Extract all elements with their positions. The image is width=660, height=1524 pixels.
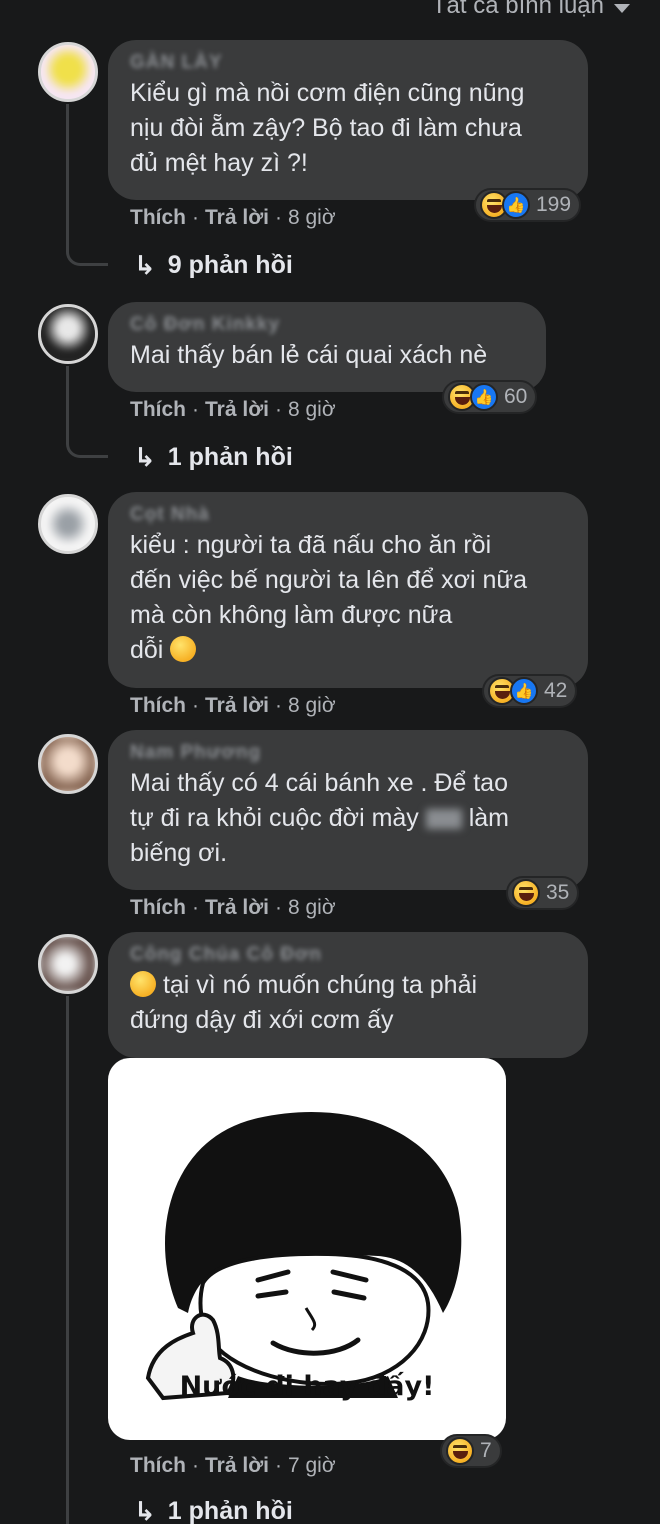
- haha-icon: [446, 1437, 474, 1465]
- like-icon: 👍: [510, 677, 538, 705]
- comment-actions: Thích · Trả lời · 8 giờ: [130, 896, 336, 920]
- comment-text-line: Mai thấy có 4 cái bánh xe . Để tao: [130, 769, 508, 797]
- reply-link[interactable]: Trả lời: [205, 694, 269, 718]
- separator-dot: ·: [192, 694, 199, 717]
- view-replies-link[interactable]: ↳ 1 phản hồi: [134, 1496, 293, 1524]
- replies-count-label: 9 phản hồi: [167, 251, 293, 279]
- comment-text-line: đứng dậy đi xới cơm ấy: [130, 1006, 394, 1034]
- comment-text: tại vì nó muốn chúng ta phải đứng dậy đi…: [130, 968, 566, 1038]
- comment-time[interactable]: 8 giờ: [288, 694, 336, 718]
- comment-bubble: Công Chúa Cô Đơn tại vì nó muốn chúng ta…: [108, 932, 588, 1058]
- separator-dot: ·: [192, 206, 199, 229]
- comment-actions: Thích · Trả lời · 8 giờ: [130, 694, 336, 718]
- like-icon: 👍: [470, 383, 498, 411]
- comment-time[interactable]: 8 giờ: [288, 398, 336, 422]
- replies-count-label: 1 phản hồi: [167, 1497, 293, 1524]
- reaction-summary[interactable]: 👍 42: [482, 674, 578, 708]
- commenter-name[interactable]: Cọt Nhà: [130, 504, 566, 528]
- comment-filter-dropdown[interactable]: Tất cả bình luận: [432, 0, 630, 20]
- separator-dot: ·: [274, 1454, 282, 1477]
- comment-text: Mai thấy bán lẻ cái quai xách nè: [130, 341, 488, 369]
- reaction-summary[interactable]: 7: [440, 1434, 502, 1468]
- reaction-count: 199: [536, 193, 572, 216]
- reaction-summary[interactable]: 👍 199: [474, 188, 582, 222]
- reaction-count: 42: [544, 679, 568, 702]
- like-link[interactable]: Thích: [130, 206, 186, 230]
- comment-text: kiểu : người ta đã nấu cho ăn rồi đến vi…: [130, 528, 566, 668]
- avatar[interactable]: [38, 494, 98, 554]
- comment-text-line: làm: [461, 804, 509, 832]
- thread-line: [66, 366, 108, 458]
- caret-down-icon: [614, 3, 630, 13]
- commenter-name[interactable]: Nam Phương: [130, 742, 566, 766]
- reply-link[interactable]: Trả lời: [205, 896, 269, 920]
- reply-link[interactable]: Trả lời: [205, 206, 269, 230]
- reaction-summary[interactable]: 35: [506, 876, 580, 910]
- view-replies-link[interactable]: ↳ 1 phản hồi: [134, 442, 293, 473]
- comment-actions: Thích · Trả lời · 8 giờ: [130, 398, 336, 422]
- sticker-caption: Nước đi hay đấy!: [179, 1371, 435, 1402]
- separator-dot: ·: [274, 694, 282, 717]
- sticker-image[interactable]: Nước đi hay đấy!: [108, 1058, 506, 1440]
- thread-line: [66, 996, 69, 1524]
- avatar[interactable]: [38, 934, 98, 994]
- avatar[interactable]: [38, 42, 98, 102]
- comment-text-line: tại vì nó muốn chúng ta phải: [156, 971, 478, 999]
- comment-time[interactable]: 7 giờ: [288, 1454, 336, 1478]
- thread-line: [66, 104, 108, 266]
- commenter-name[interactable]: GÀN LÀY: [130, 52, 566, 76]
- comment-bubble: Nam Phương Mai thấy có 4 cái bánh xe . Đ…: [108, 730, 588, 890]
- reaction-count: 7: [480, 1439, 492, 1462]
- like-icon: 👍: [502, 191, 530, 219]
- view-replies-link[interactable]: ↳ 9 phản hồi: [134, 250, 293, 281]
- comment-filter-label: Tất cả bình luận: [431, 0, 604, 19]
- separator-dot: ·: [274, 206, 282, 229]
- haha-icon: [512, 879, 540, 907]
- like-link[interactable]: Thích: [130, 896, 186, 920]
- reply-link[interactable]: Trả lời: [205, 398, 269, 422]
- like-link[interactable]: Thích: [130, 398, 186, 422]
- reply-arrow-icon: ↳: [134, 250, 156, 280]
- reaction-count: 60: [504, 385, 528, 408]
- comment-actions: Thích · Trả lời · 8 giờ: [130, 206, 336, 230]
- comment-bubble: GÀN LÀY Kiểu gì mà nồi cơm điện cũng nũn…: [108, 40, 588, 200]
- crying-face-icon: [170, 636, 197, 662]
- separator-dot: ·: [192, 896, 199, 919]
- replies-count-label: 1 phản hồi: [167, 443, 293, 471]
- like-link[interactable]: Thích: [130, 694, 186, 718]
- avatar[interactable]: [38, 734, 98, 794]
- comment-text: Kiểu gì mà nồi cơm điện cũng nũng nịu đò…: [130, 79, 525, 177]
- like-link[interactable]: Thích: [130, 1454, 186, 1478]
- reply-arrow-icon: ↳: [134, 442, 156, 472]
- comment-text-line: tự đi ra khỏi cuộc đời mày: [130, 804, 426, 832]
- reaction-summary[interactable]: 👍 60: [442, 380, 538, 414]
- smiling-face-icon: [130, 971, 156, 997]
- censored-word: [425, 809, 462, 830]
- separator-dot: ·: [274, 896, 282, 919]
- separator-dot: ·: [192, 1454, 199, 1477]
- reaction-count: 35: [546, 881, 570, 904]
- comment-time[interactable]: 8 giờ: [288, 896, 336, 920]
- reply-link[interactable]: Trả lời: [205, 1454, 269, 1478]
- comment-bubble: Cọt Nhà kiểu : người ta đã nấu cho ăn rồ…: [108, 492, 588, 688]
- commenter-name[interactable]: Công Chúa Cô Đơn: [130, 944, 566, 968]
- comment-text: Mai thấy có 4 cái bánh xe . Để tao tự đi…: [130, 766, 566, 871]
- comment-text-line: biếng ơi.: [130, 839, 228, 867]
- separator-dot: ·: [274, 398, 282, 421]
- separator-dot: ·: [192, 398, 199, 421]
- reply-arrow-icon: ↳: [134, 1496, 156, 1524]
- comment-actions: Thích · Trả lời · 7 giờ: [130, 1454, 336, 1478]
- avatar[interactable]: [38, 304, 98, 364]
- comment-time[interactable]: 8 giờ: [288, 206, 336, 230]
- comment-bubble: Cô Đơn Kinkky Mai thấy bán lẻ cái quai x…: [108, 302, 546, 392]
- commenter-name[interactable]: Cô Đơn Kinkky: [130, 314, 524, 338]
